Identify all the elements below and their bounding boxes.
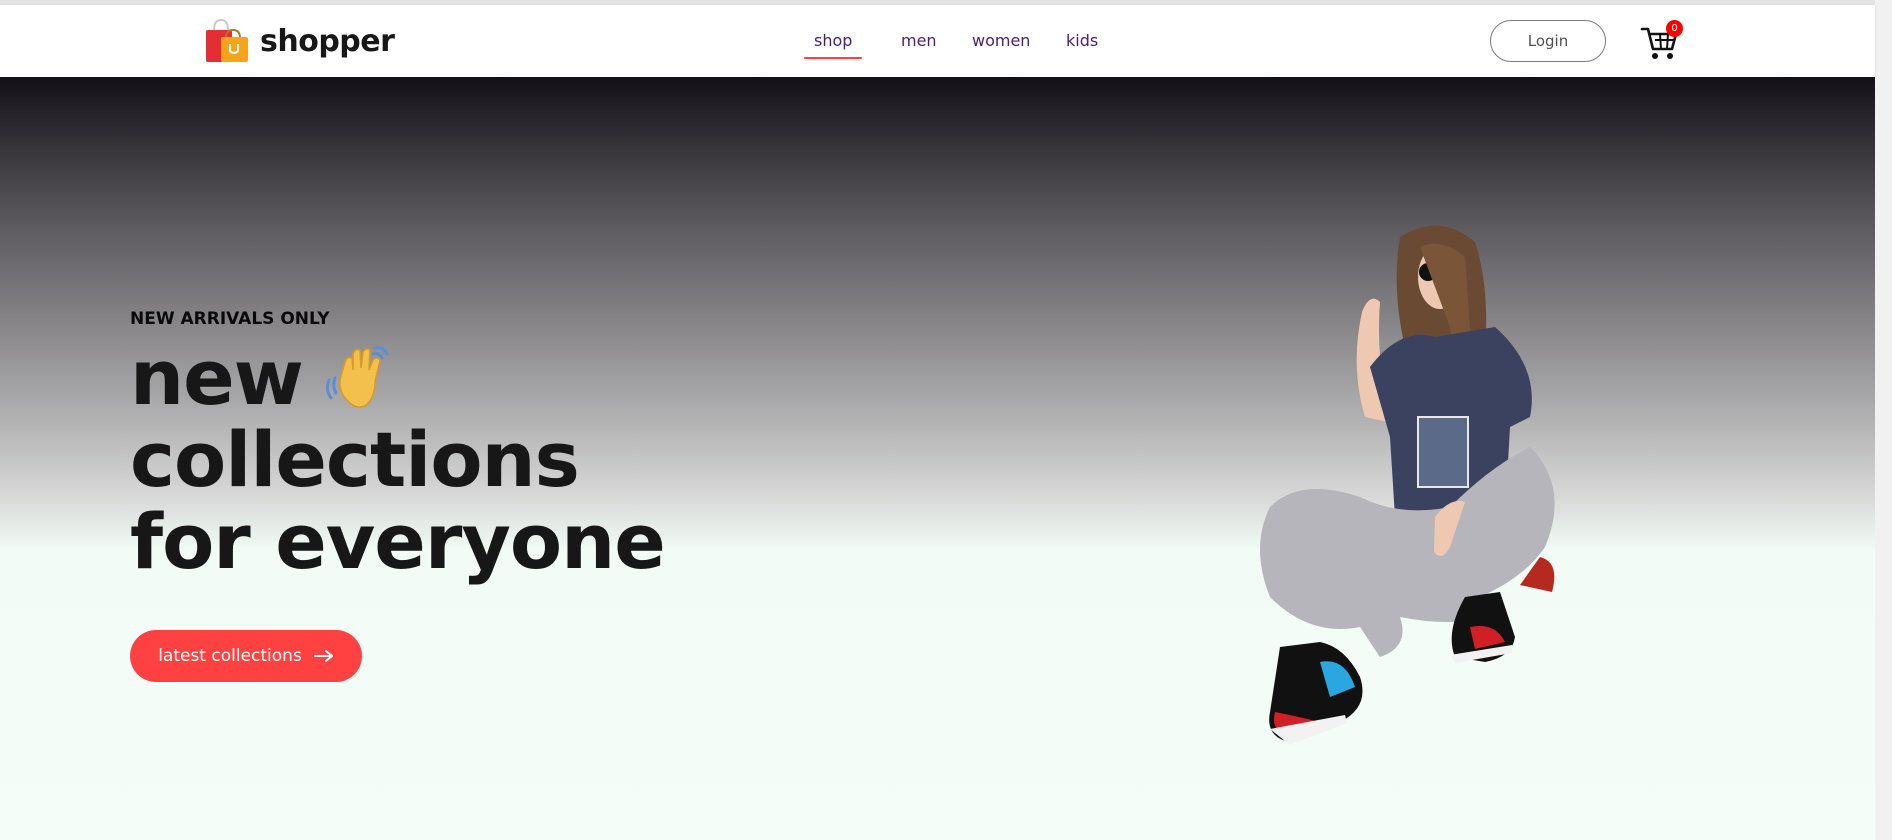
latest-collections-label: latest collections (158, 646, 302, 666)
nav-item-kids[interactable]: kids (1066, 31, 1098, 50)
vertical-scrollbar[interactable] (1874, 0, 1892, 840)
hero-title-line: for everyone (130, 501, 830, 583)
hero-model-image (1260, 225, 1555, 745)
nav-item-men[interactable]: men (901, 31, 937, 50)
arrow-right-icon (313, 650, 333, 662)
waving-hand-icon (325, 346, 389, 408)
hero-title-line: new (130, 337, 830, 419)
hero-title-line-2: collections (130, 415, 580, 504)
cart-count-badge: 0 (1666, 20, 1683, 37)
nav-item-women[interactable]: women (972, 31, 1030, 50)
hero-title: new collections for everyone (130, 337, 830, 583)
hero-title-line-1: new (130, 333, 304, 422)
navbar: shopper shop men women kids Login 0 (0, 5, 1875, 77)
hero-title-line-3: for everyone (130, 497, 666, 586)
hero-tagline: NEW ARRIVALS ONLY (130, 309, 330, 329)
hero-title-line: collections (130, 419, 830, 501)
nav-item-shop[interactable]: shop (803, 31, 863, 59)
latest-collections-button[interactable]: latest collections (130, 630, 362, 682)
hero-section: NEW ARRIVALS ONLY new collections for ev… (0, 77, 1875, 840)
login-button[interactable]: Login (1490, 20, 1606, 62)
